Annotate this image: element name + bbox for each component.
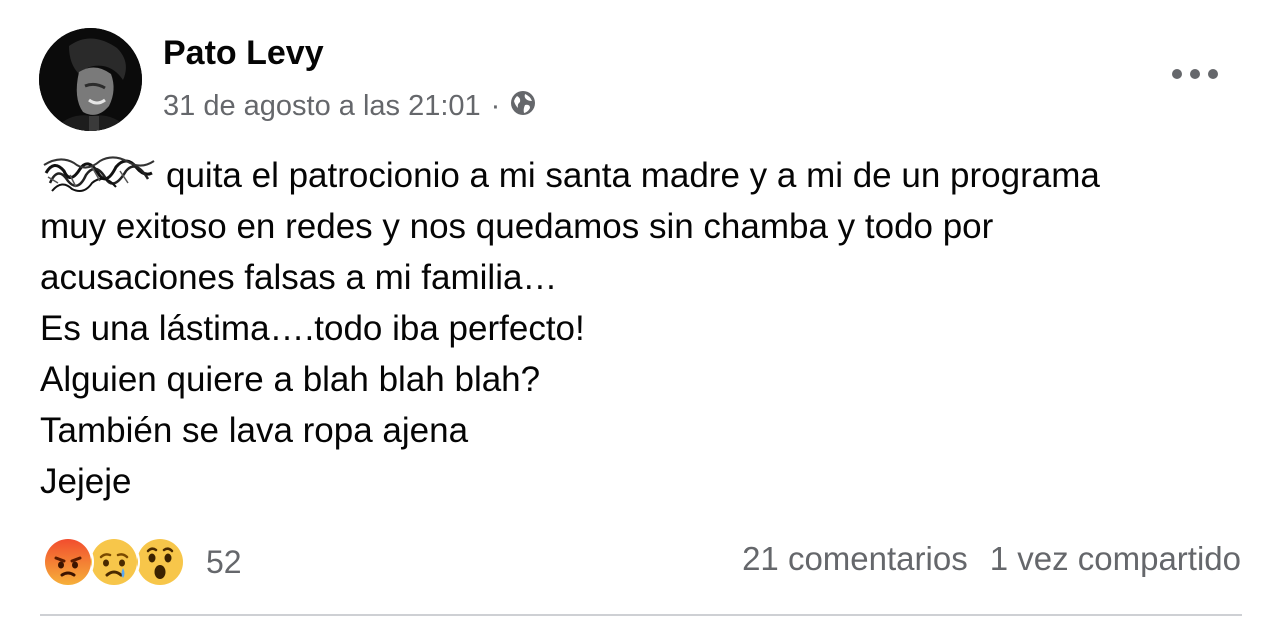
globe-icon[interactable] bbox=[508, 86, 538, 126]
dot bbox=[1190, 69, 1200, 79]
post-meta: 31 de agosto a las 21:01 · bbox=[163, 86, 538, 126]
reactions-summary[interactable]: 52 bbox=[42, 536, 242, 588]
post-line: muy exitoso en redes y nos quedamos sin … bbox=[40, 207, 994, 246]
post-line: Alguien quiere a blah blah blah? bbox=[40, 360, 541, 399]
post-stats: 21 comentarios 1 vez compartido bbox=[742, 540, 1241, 578]
shares-count-link[interactable]: 1 vez compartido bbox=[990, 540, 1241, 578]
post-line: Jejeje bbox=[40, 462, 132, 501]
dot bbox=[1172, 69, 1182, 79]
sad-reaction-icon bbox=[88, 536, 140, 588]
author-name[interactable]: Pato Levy bbox=[163, 34, 324, 73]
angry-reaction-icon bbox=[42, 536, 94, 588]
post-line: Es una lástima….todo iba perfecto! bbox=[40, 309, 585, 348]
meta-separator: · bbox=[490, 89, 501, 122]
post-timestamp[interactable]: 31 de agosto a las 21:01 bbox=[163, 90, 481, 123]
author-avatar[interactable] bbox=[39, 28, 142, 131]
post-line: acusaciones falsas a mi familia… bbox=[40, 258, 558, 297]
redacted-mention-scribble bbox=[43, 156, 155, 192]
more-options-icon[interactable] bbox=[1172, 62, 1218, 86]
post-body: quita el patrocionio a mi santa madre y … bbox=[40, 150, 1240, 507]
divider bbox=[40, 614, 1242, 616]
wow-reaction-icon bbox=[134, 536, 186, 588]
post-line-text: quita el patrocionio a mi santa madre y … bbox=[166, 156, 1100, 195]
comments-count-link[interactable]: 21 comentarios bbox=[742, 540, 968, 578]
reactions-count[interactable]: 52 bbox=[206, 544, 242, 581]
dot bbox=[1208, 69, 1218, 79]
post-line: quita el patrocionio a mi santa madre y … bbox=[40, 150, 1240, 201]
post-line: También se lava ropa ajena bbox=[40, 411, 469, 450]
